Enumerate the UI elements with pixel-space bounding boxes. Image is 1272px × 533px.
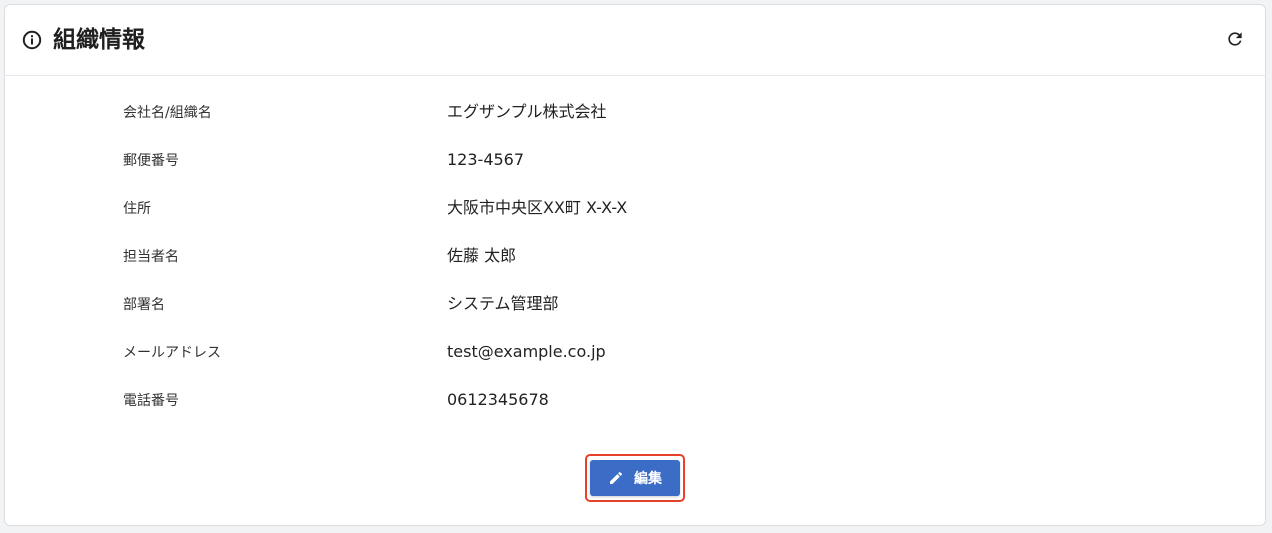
- field-label: 部署名: [123, 297, 165, 313]
- edit-button-label: 編集: [634, 471, 662, 487]
- edit-button-highlight: 編集: [585, 454, 685, 502]
- pencil-icon: [610, 471, 623, 484]
- field-value: 123-4567: [447, 150, 525, 169]
- row-contact-name: 担当者名 佐藤 太郎: [5, 245, 1265, 269]
- row-phone: 電話番号 0612345678: [5, 389, 1265, 413]
- field-label: 会社名/組織名: [123, 105, 212, 121]
- field-value: 大阪市中央区XX町 X-X-X: [447, 198, 628, 217]
- field-label: 電話番号: [123, 393, 179, 409]
- field-label: 住所: [123, 201, 151, 217]
- field-value: エグザンプル株式会社: [447, 102, 607, 121]
- card-header: 組織情報: [5, 5, 1265, 76]
- page-title: 組織情報: [53, 27, 145, 53]
- refresh-icon[interactable]: [1225, 29, 1245, 49]
- row-department: 部署名 システム管理部: [5, 293, 1265, 317]
- field-value: システム管理部: [447, 294, 559, 313]
- edit-button[interactable]: 編集: [590, 460, 680, 496]
- field-label: メールアドレス: [123, 345, 221, 361]
- field-value: test@example.co.jp: [447, 342, 606, 361]
- row-email: メールアドレス test@example.co.jp: [5, 341, 1265, 365]
- row-address: 住所 大阪市中央区XX町 X-X-X: [5, 197, 1265, 221]
- field-value: 佐藤 太郎: [447, 246, 517, 265]
- field-label: 担当者名: [123, 249, 179, 265]
- organization-info-card: 組織情報 会社名/組織名 エグザンプル株式会社 郵便番号 123-4567 住所…: [4, 4, 1266, 526]
- field-value: 0612345678: [447, 390, 549, 409]
- info-circle-icon: [22, 30, 42, 50]
- row-company-name: 会社名/組織名 エグザンプル株式会社: [5, 101, 1265, 125]
- field-label: 郵便番号: [123, 153, 179, 169]
- row-postal-code: 郵便番号 123-4567: [5, 149, 1265, 173]
